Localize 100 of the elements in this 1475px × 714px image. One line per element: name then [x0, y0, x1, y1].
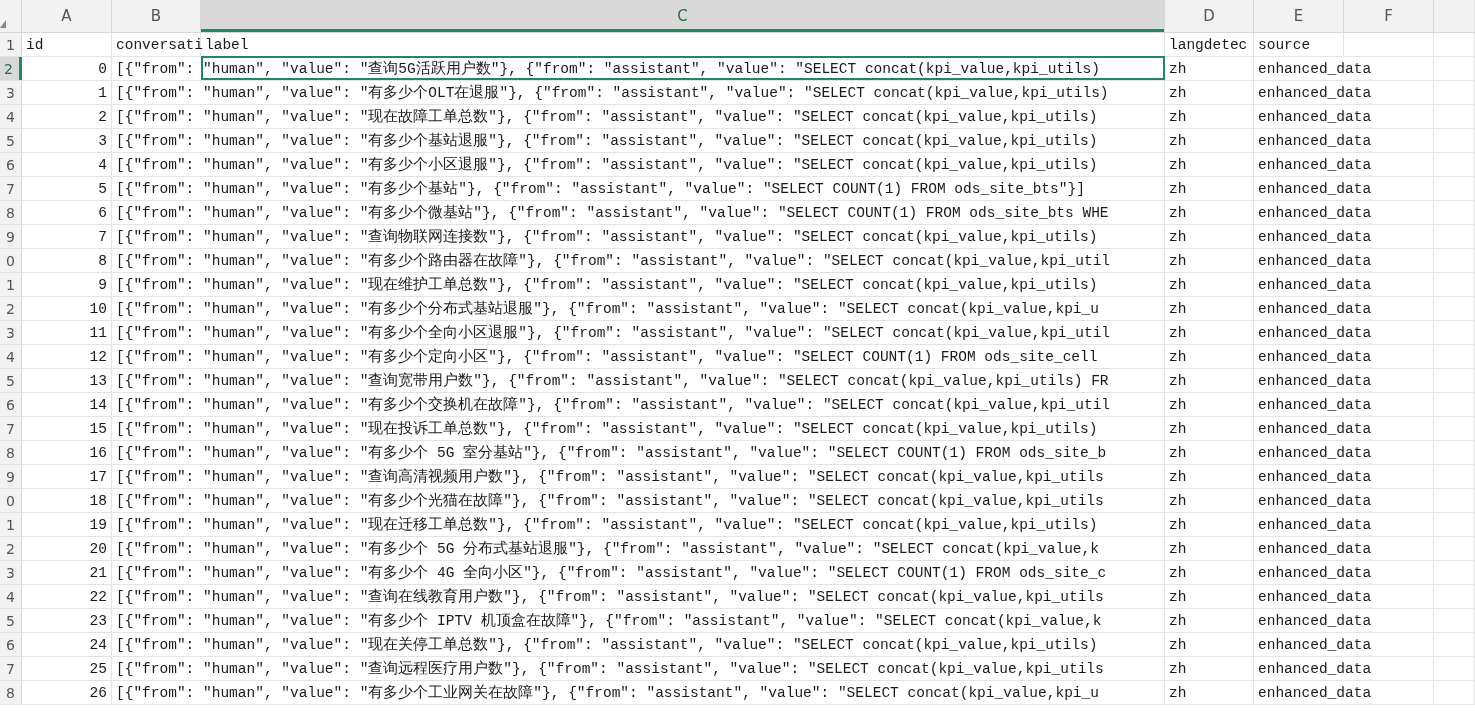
table-cell: [{"from": "human", "value": "现在维护工单总数"}, {"from": "assistant", "value": "SELECT concat(kpi_value,kpi_utils) — [112, 273, 1165, 296]
table-cell: 5 — [22, 177, 112, 200]
row-header[interactable]: 2 — [0, 537, 22, 560]
table-cell: [{"from": "human", "value": "有多少个小区退服"}, {"from": "assistant", "value": "SELECT concat(kpi_value,kpi_utils) — [112, 153, 1165, 176]
row-header[interactable]: 3 — [0, 81, 22, 104]
row-header[interactable]: 1 — [0, 33, 22, 56]
table-cell: zh — [1165, 441, 1254, 464]
row-header[interactable]: 3 — [0, 321, 22, 344]
table-cell: zh — [1165, 297, 1254, 320]
row-header[interactable]: 4 — [0, 345, 22, 368]
table-cell: 15 — [22, 417, 112, 440]
table-cell: 25 — [22, 657, 112, 680]
row-header[interactable]: 0 — [0, 249, 22, 272]
table-cell: enhanced_data — [1254, 417, 1434, 440]
table-cell: [{"from": "human", "value": "有多少个微基站"}, {"from": "assistant", "value": "SELECT COUNT(1) FROM ods_site_bts WHE — [112, 201, 1165, 224]
table-cell: enhanced_data — [1254, 201, 1434, 224]
table-cell: 24 — [22, 633, 112, 656]
table-cell: [{"from": "human", "value": "查询物联网连接数"}, {"from": "assistant", "value": "SELECT concat(kpi_value,kpi_utils) — [112, 225, 1165, 248]
table-cell: enhanced_data — [1254, 369, 1434, 392]
table-cell: [{"from": "human", "value": "有多少个 IPTV 机顶盒在故障"}, {"from": "assistant", "value": "SELECT concat(kpi_value,k — [112, 609, 1165, 632]
table-cell: zh — [1165, 81, 1254, 104]
table-cell: 4 — [22, 153, 112, 176]
table-cell: enhanced_data — [1254, 345, 1434, 368]
row-header[interactable]: 3 — [0, 561, 22, 584]
table-cell: 1 — [22, 81, 112, 104]
table-cell: 0 — [22, 57, 112, 80]
table-cell: [{"from": "human", "value": "现在投诉工单总数"}, {"from": "assistant", "value": "SELECT concat(kpi_value,kpi_utils) — [112, 417, 1165, 440]
row-header[interactable]: 7 — [0, 417, 22, 440]
row-header[interactable]: 8 — [0, 441, 22, 464]
table-cell: enhanced_data — [1254, 393, 1434, 416]
row-header[interactable]: 7 — [0, 177, 22, 200]
table-cell: zh — [1165, 105, 1254, 128]
table-cell: [{"from": "human", "value": "有多少个工业网关在故障"}, {"from": "assistant", "value": "SELECT concat(kpi_value,kpi_u — [112, 681, 1165, 704]
row-header[interactable]: 2 — [0, 57, 22, 80]
table-cell: [{"from": "human", "value": "现在迁移工单总数"}, {"from": "assistant", "value": "SELECT concat(kpi_value,kpi_utils) — [112, 513, 1165, 536]
row-header[interactable]: 5 — [0, 609, 22, 632]
table-cell: [{"from": "human", "value": "查询高清视频用户数"}, {"from": "assistant", "value": "SELECT concat(kpi_value,kpi_utils — [112, 465, 1165, 488]
table-cell: zh — [1165, 465, 1254, 488]
select-all-corner[interactable] — [0, 0, 22, 32]
row-header[interactable]: 6 — [0, 153, 22, 176]
column-header[interactable]: C — [201, 0, 1165, 32]
table-cell: 20 — [22, 537, 112, 560]
table-cell: 6 — [22, 201, 112, 224]
table-cell: 12 — [22, 345, 112, 368]
row-header[interactable]: 2 — [0, 297, 22, 320]
table-cell: 21 — [22, 561, 112, 584]
row-header[interactable]: 1 — [0, 273, 22, 296]
row-header[interactable]: 6 — [0, 393, 22, 416]
table-cell: [{"from": "human", "value": "查询远程医疗用户数"}, {"from": "assistant", "value": "SELECT concat(kpi_value,kpi_utils — [112, 657, 1165, 680]
table-cell: 10 — [22, 297, 112, 320]
table-cell: enhanced_data — [1254, 105, 1434, 128]
row-header[interactable]: 4 — [0, 585, 22, 608]
table-cell: zh — [1165, 369, 1254, 392]
table-cell: [{"from": "human", "value": "现在故障工单总数"}, {"from": "assistant", "value": "SELECT concat(kpi_value,kpi_utils) — [112, 105, 1165, 128]
table-cell: [{"from": "human", "value": "查询5G活跃用户数"}, {"from": "assistant", "value": "SELECT concat(kpi_value,kpi_utils) — [112, 57, 1165, 80]
table-cell: id — [22, 33, 112, 56]
table-cell: enhanced_data — [1254, 609, 1434, 632]
table-cell: 16 — [22, 441, 112, 464]
table-cell: 2 — [22, 105, 112, 128]
table-cell: [{"from": "human", "value": "有多少个定向小区"}, {"from": "assistant", "value": "SELECT COUNT(1) FROM ods_site_cell — [112, 345, 1165, 368]
table-cell: enhanced_data — [1254, 561, 1434, 584]
table-cell: [{"from": "human", "value": "有多少个光猫在故障"}, {"from": "assistant", "value": "SELECT concat(kpi_value,kpi_utils — [112, 489, 1165, 512]
table-cell: 13 — [22, 369, 112, 392]
row-header[interactable]: 5 — [0, 129, 22, 152]
table-cell: zh — [1165, 129, 1254, 152]
table-cell: 26 — [22, 681, 112, 704]
row-header[interactable]: 0 — [0, 489, 22, 512]
row-header[interactable]: 9 — [0, 465, 22, 488]
row-header[interactable]: 1 — [0, 513, 22, 536]
row-header[interactable]: 7 — [0, 657, 22, 680]
row-header[interactable]: 9 — [0, 225, 22, 248]
row-header[interactable]: 8 — [0, 201, 22, 224]
table-cell: [{"from": "human", "value": "有多少个OLT在退服"}, {"from": "assistant", "value": "SELECT concat(kpi_value,kpi_utils) — [112, 81, 1165, 104]
table-cell: zh — [1165, 393, 1254, 416]
row-header[interactable]: 6 — [0, 633, 22, 656]
table-cell: langdetec — [1165, 33, 1254, 56]
table-cell: [{"from": "human", "value": "查询宽带用户数"}, {"from": "assistant", "value": "SELECT concat(kpi_value,kpi_utils) FR — [112, 369, 1165, 392]
row-header[interactable]: 5 — [0, 369, 22, 392]
triangle-icon — [0, 20, 6, 28]
table-cell: enhanced_data — [1254, 465, 1434, 488]
table-cell: zh — [1165, 513, 1254, 536]
table-cell: 3 — [22, 129, 112, 152]
row-header[interactable]: 8 — [0, 681, 22, 704]
table-cell: zh — [1165, 681, 1254, 704]
table-cell: [{"from": "human", "value": "有多少个全向小区退服"}, {"from": "assistant", "value": "SELECT concat(kpi_value,kpi_util — [112, 321, 1165, 344]
table-cell: zh — [1165, 585, 1254, 608]
table-cell: [{"from": "human", "value": "有多少个 4G 全向小区"}, {"from": "assistant", "value": "SELECT COUNT(1) FROM ods_site_c — [112, 561, 1165, 584]
row-header[interactable]: 4 — [0, 105, 22, 128]
table-cell: zh — [1165, 537, 1254, 560]
table-cell: source — [1254, 33, 1344, 56]
table-cell: [{"from": "human", "value": "查询在线教育用户数"}, {"from": "assistant", "value": "SELECT concat(kpi_value,kpi_utils — [112, 585, 1165, 608]
table-cell: enhanced_data — [1254, 129, 1434, 152]
table-cell: zh — [1165, 177, 1254, 200]
table-cell: enhanced_data — [1254, 321, 1434, 344]
table-cell: zh — [1165, 345, 1254, 368]
table-cell: [{"from": "human", "value": "现在关停工单总数"}, {"from": "assistant", "value": "SELECT concat(kpi_value,kpi_utils) — [112, 633, 1165, 656]
table-cell: enhanced_data — [1254, 441, 1434, 464]
table-cell: label — [201, 33, 1165, 56]
table-cell: zh — [1165, 225, 1254, 248]
table-cell: 8 — [22, 249, 112, 272]
